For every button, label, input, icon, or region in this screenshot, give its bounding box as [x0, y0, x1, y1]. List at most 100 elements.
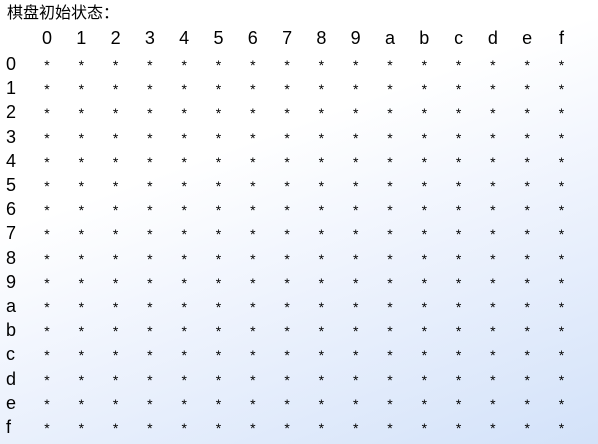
- board-cell: *: [215, 81, 222, 98]
- column-label-a: a: [384, 28, 395, 48]
- board-cell: *: [284, 395, 290, 412]
- board-cell: *: [44, 395, 50, 412]
- board-cell: *: [78, 129, 85, 146]
- board-cell: *: [524, 129, 530, 146]
- board-cell: *: [318, 57, 325, 73]
- board-cell: *: [558, 178, 565, 194]
- board-cell: *: [284, 420, 290, 436]
- board-cell: *: [558, 299, 565, 315]
- board-cell: *: [112, 105, 119, 122]
- board-cell: *: [78, 395, 85, 412]
- board-cell: *: [455, 395, 462, 412]
- board-cell: *: [524, 57, 530, 73]
- board-cell: *: [421, 371, 428, 388]
- board-cell: *: [524, 299, 530, 315]
- board-cell: *: [387, 153, 393, 170]
- board-cell: *: [490, 57, 496, 73]
- board-cell: *: [455, 226, 462, 243]
- board-cell: *: [250, 81, 256, 98]
- board-cell: *: [112, 371, 119, 388]
- board-cell: *: [352, 105, 359, 122]
- board-title: 棋盘初始状态：: [7, 3, 120, 22]
- board-cell: *: [250, 299, 256, 315]
- board-cell: *: [215, 371, 222, 388]
- board-cell: *: [147, 420, 153, 436]
- board-cell: *: [352, 347, 359, 364]
- row-label-1: 1: [6, 78, 17, 99]
- board-cell: *: [558, 347, 565, 364]
- board-cell: *: [318, 420, 325, 436]
- board-cell: *: [455, 178, 462, 194]
- board-cell: *: [455, 105, 462, 122]
- board-cell: *: [421, 299, 428, 315]
- board-cell: *: [490, 347, 496, 364]
- column-label-c: c: [454, 28, 464, 48]
- board-cell: *: [44, 299, 50, 315]
- board-cell: *: [524, 153, 530, 170]
- board-cell: *: [421, 81, 428, 98]
- board-cell: *: [352, 299, 359, 315]
- board-cell: *: [490, 250, 496, 267]
- board-cell: *: [250, 395, 256, 412]
- board-cell: *: [250, 420, 256, 436]
- board-cell: *: [44, 347, 50, 364]
- board-cell: *: [387, 57, 393, 73]
- board-cell: *: [215, 105, 222, 122]
- board-cell: *: [421, 226, 428, 243]
- board-cell: *: [352, 129, 359, 146]
- board-cell: *: [44, 420, 50, 436]
- board-cell: *: [318, 226, 325, 243]
- board-cell: *: [352, 323, 359, 340]
- board-cell: *: [421, 323, 428, 340]
- board-cell: *: [387, 299, 393, 315]
- board-cell: *: [558, 153, 565, 170]
- board-cell: *: [250, 129, 256, 146]
- board-cell: *: [147, 226, 153, 243]
- board-cell: *: [284, 105, 290, 122]
- row-label-8: 8: [6, 247, 17, 268]
- board-cell: *: [524, 81, 530, 98]
- board-cell: *: [455, 250, 462, 267]
- column-label-9: 9: [350, 28, 361, 48]
- board-cell: *: [181, 129, 187, 146]
- board-cell: *: [44, 153, 50, 170]
- board-cell: *: [250, 178, 256, 194]
- board-cell: *: [455, 274, 462, 291]
- board-cell: *: [421, 129, 428, 146]
- board-cell: *: [490, 299, 496, 315]
- board-cell: *: [318, 178, 325, 194]
- board-cell: *: [524, 226, 530, 243]
- board-cell: *: [215, 250, 222, 267]
- board-cell: *: [421, 347, 428, 364]
- board-cell: *: [181, 81, 187, 98]
- board-cell: *: [318, 129, 325, 146]
- board-cell: *: [455, 420, 462, 436]
- board-cell: *: [352, 371, 359, 388]
- board-cell: *: [215, 57, 222, 73]
- board-cell: *: [352, 202, 359, 219]
- board-cell: *: [284, 129, 290, 146]
- column-label-1: 1: [76, 28, 87, 48]
- board-cell: *: [455, 323, 462, 340]
- board-cell: *: [250, 105, 256, 122]
- board-cell: *: [112, 129, 119, 146]
- board-cell: *: [524, 323, 530, 340]
- board-cell: *: [215, 299, 222, 315]
- board-cell: *: [112, 57, 119, 73]
- board-cell: *: [421, 274, 428, 291]
- row-label-b: b: [6, 320, 17, 341]
- board-cell: *: [147, 57, 153, 73]
- board-cell: *: [250, 371, 256, 388]
- board-cell: *: [215, 420, 222, 436]
- board-cell: *: [284, 202, 290, 219]
- board-cell: *: [181, 105, 187, 122]
- board-cell: *: [181, 323, 187, 340]
- board-cell: *: [78, 57, 85, 73]
- board-cell: *: [421, 57, 428, 73]
- row-label-f: f: [6, 417, 12, 437]
- board-cell: *: [112, 323, 119, 340]
- board-cell: *: [181, 153, 187, 170]
- board-cell: *: [455, 153, 462, 170]
- board-cell: *: [524, 395, 530, 412]
- board-cell: *: [284, 274, 290, 291]
